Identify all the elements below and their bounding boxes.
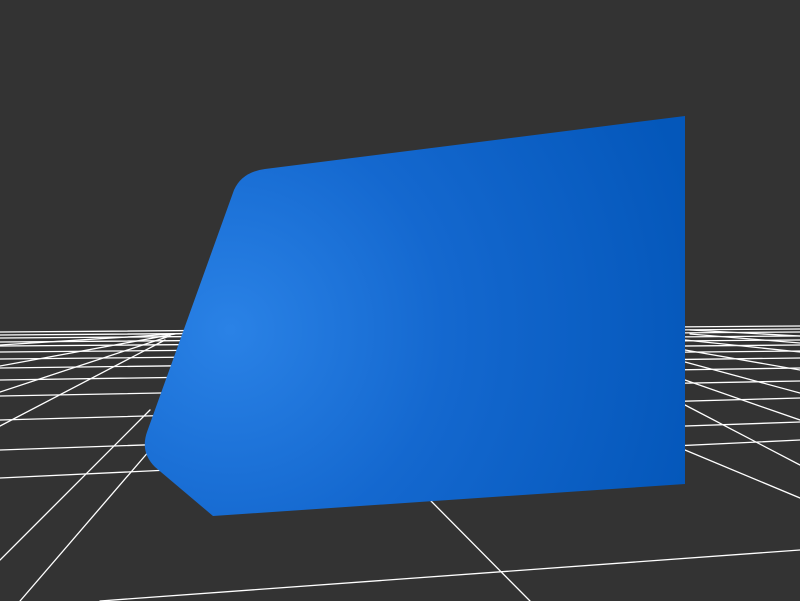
blue-chamfered-block[interactable] [144,116,686,516]
scene-canvas[interactable] [0,0,800,601]
3d-viewport[interactable] [0,0,800,601]
